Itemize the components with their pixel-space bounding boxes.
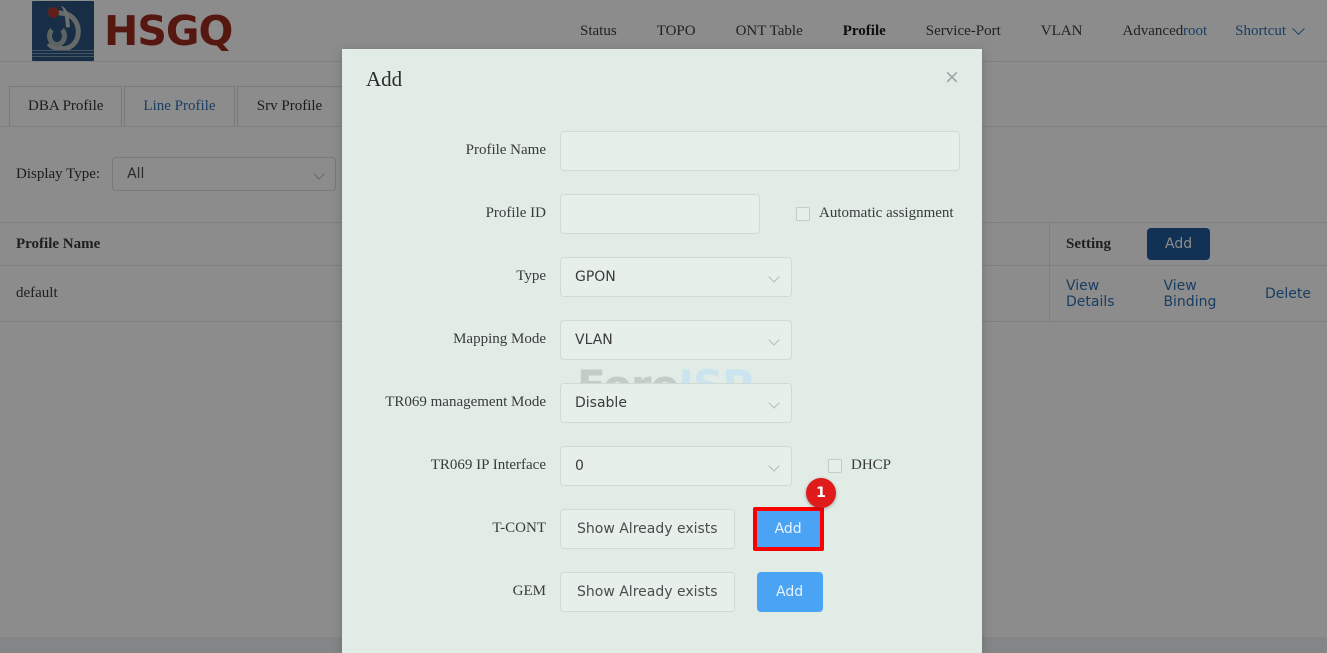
field-row-tr069-ip-interface: TR069 IP Interface 0 DHCP xyxy=(342,434,982,497)
profile-name-input[interactable] xyxy=(560,130,960,171)
field-row-mapping-mode: Mapping Mode VLAN xyxy=(342,308,982,371)
dhcp-label: DHCP xyxy=(851,457,892,473)
label-tr069-ip-interface: TR069 IP Interface xyxy=(430,457,546,473)
automatic-assignment-label: Automatic assignment xyxy=(819,205,954,221)
label-profile-id: Profile ID xyxy=(485,205,546,221)
label-type: Type xyxy=(516,268,546,284)
field-row-tr069-management-mode: TR069 management Mode Disable xyxy=(342,371,982,434)
gem-show-already-exists-button[interactable]: Show Already exists xyxy=(560,571,735,612)
screen: HSGQ Status TOPO ONT Table Profile Servi… xyxy=(0,0,1327,653)
type-value: GPON xyxy=(575,268,616,285)
add-line-profile-dialog: Add × ForoISP Profile Name Profile ID xyxy=(342,49,982,653)
mapping-mode-select[interactable]: VLAN xyxy=(560,319,792,360)
mapping-mode-value: VLAN xyxy=(575,331,613,348)
field-row-type: Type GPON xyxy=(342,245,982,308)
chevron-down-icon xyxy=(768,459,780,472)
annotation-badge-1: 1 xyxy=(806,478,836,508)
checkbox-box-icon xyxy=(796,206,810,221)
tr069-ip-interface-value: 0 xyxy=(575,457,584,474)
gem-add-button[interactable]: Add xyxy=(756,571,823,612)
label-tcont: T-CONT xyxy=(492,520,546,536)
tcont-show-already-exists-button[interactable]: Show Already exists xyxy=(560,508,735,549)
label-gem: GEM xyxy=(512,583,546,599)
dhcp-checkbox[interactable]: DHCP xyxy=(828,457,891,474)
dialog-title: Add xyxy=(366,67,403,91)
field-row-profile-id: Profile ID Automatic assignment xyxy=(342,182,982,245)
tr069-management-mode-value: Disable xyxy=(575,394,627,411)
field-row-profile-name: Profile Name xyxy=(342,119,982,182)
chevron-down-icon xyxy=(768,270,780,283)
label-profile-name: Profile Name xyxy=(465,142,546,158)
chevron-down-icon xyxy=(768,396,780,409)
tr069-ip-interface-select[interactable]: 0 xyxy=(560,445,792,486)
checkbox-box-icon xyxy=(828,458,842,473)
type-select[interactable]: GPON xyxy=(560,256,792,297)
close-icon[interactable]: × xyxy=(940,65,964,89)
dialog-body: ForoISP Profile Name Profile ID Autom xyxy=(342,111,982,623)
tr069-management-mode-select[interactable]: Disable xyxy=(560,382,792,423)
chevron-down-icon xyxy=(768,333,780,346)
label-tr069-management-mode: TR069 management Mode xyxy=(385,394,546,410)
label-mapping-mode: Mapping Mode xyxy=(453,331,546,347)
dialog-header: Add × xyxy=(342,49,982,111)
profile-id-input[interactable] xyxy=(560,193,760,234)
field-row-tcont: T-CONT Show Already exists Add xyxy=(342,497,982,560)
field-row-gem: GEM Show Already exists Add xyxy=(342,560,982,623)
tcont-add-button[interactable]: Add xyxy=(752,506,824,551)
automatic-assignment-checkbox[interactable]: Automatic assignment xyxy=(796,205,954,222)
